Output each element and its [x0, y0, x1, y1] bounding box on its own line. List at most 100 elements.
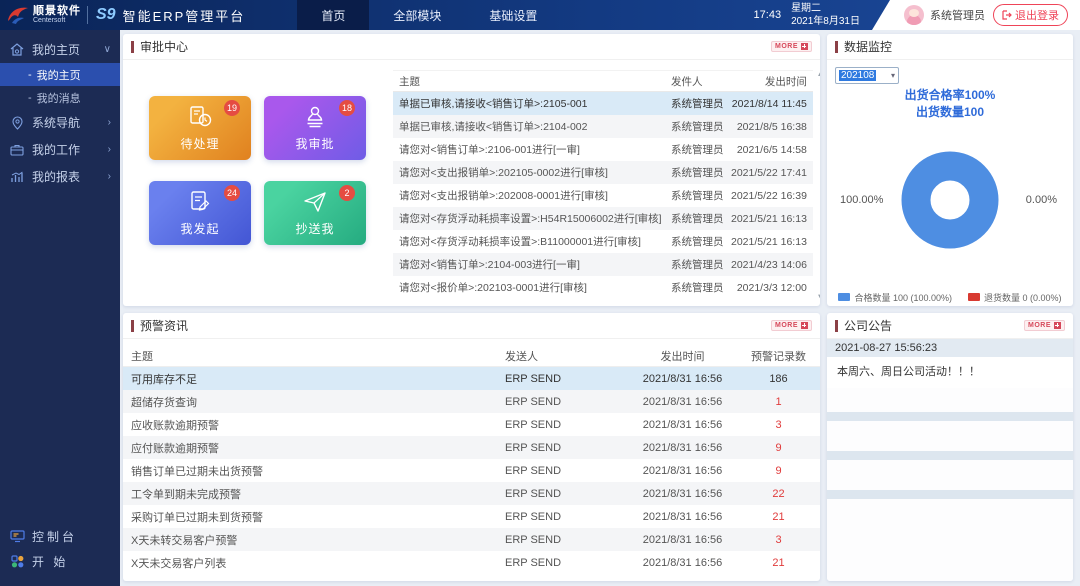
alert-sent-time: 2021/8/31 16:56	[642, 372, 723, 385]
alert-count: 22	[772, 487, 785, 500]
alert-count: 1	[775, 395, 782, 408]
tile-label: 待处理	[180, 137, 220, 151]
logout-label: 退出登录	[1015, 10, 1059, 22]
approval-sent-time: 2021/6/5 14:58	[736, 143, 807, 156]
legend-item-pass[interactable]: 合格数量 100 (100.00%)	[838, 291, 952, 304]
approval-sent-time: 2021/5/21 16:13	[731, 212, 807, 225]
sidebar-item-my-work[interactable]: 我的工作 ›	[0, 136, 120, 163]
bullet-dash: -	[28, 68, 32, 81]
table-scrollbar[interactable]: ▲ ▼	[815, 72, 820, 300]
sidebar-item-system-nav[interactable]: 系统导航 ›	[0, 109, 120, 136]
more-button[interactable]: MORE	[771, 41, 812, 52]
tile-cc-to-me[interactable]: 2 抄送我	[264, 181, 366, 245]
approval-content: 19 待处理 18 我审批 24 我发起 2 抄送我 主题 发件人 发出时间 单…	[123, 60, 820, 306]
logo-text: 顺景软件 Centersoft	[33, 5, 81, 25]
report-chart-icon	[9, 171, 25, 183]
alert-sender: ERP SEND	[505, 533, 562, 546]
chevron-down-icon: ∨	[103, 44, 111, 55]
scroll-up-icon[interactable]: ▲	[817, 72, 820, 78]
approval-table-row[interactable]: 请您对<报价单>:202103-0001进行[审核] 系统管理员 2021/3/3 …	[393, 276, 813, 299]
alert-sender: ERP SEND	[505, 556, 562, 569]
alert-table-row[interactable]: 采购订单已过期未到货预警 ERP SEND 2021/8/31 16:56 21	[123, 505, 820, 528]
s9-logo: S9	[96, 6, 116, 23]
panel-header: 预警资讯 MORE	[123, 313, 820, 339]
approval-table-row[interactable]: 请您对<支出报销单>:202008-0001进行[审核] 系统管理员 2021/5/…	[393, 184, 813, 207]
alert-table-row[interactable]: 应收账款逾期预警 ERP SEND 2021/8/31 16:56 3	[123, 413, 820, 436]
col-alert-count: 预警记录数	[751, 350, 806, 363]
sidebar-item-my-reports[interactable]: 我的报表 ›	[0, 163, 120, 190]
approval-table-row[interactable]: 请您对<销售订单>:2104-003进行[一审] 系统管理员 2021/4/23 1…	[393, 253, 813, 276]
tile-initiated-by-me[interactable]: 24 我发起	[149, 181, 251, 245]
alert-table-row[interactable]: 可用库存不足 ERP SEND 2021/8/31 16:56 186	[123, 367, 820, 390]
approval-tiles: 19 待处理 18 我审批 24 我发起 2 抄送我	[123, 60, 391, 306]
more-label: MORE	[775, 322, 798, 329]
approval-table-row[interactable]: 单据已审核,请接收<销售订单>:2105-001 系统管理员 2021/8/14 1…	[393, 92, 813, 115]
approval-table-row[interactable]: 请您对<销售订单>:2106-001进行[一审] 系统管理员 2021/6/5 14…	[393, 138, 813, 161]
alert-sent-time: 2021/8/31 16:56	[642, 418, 723, 431]
alert-count: 9	[775, 464, 782, 477]
main-nav: 首页 全部模块 基础设置	[297, 0, 561, 30]
alerts-table: 主题 发送人 发出时间 预警记录数 可用库存不足 ERP SEND 2021/8/3…	[123, 345, 820, 574]
count-badge: 19	[223, 100, 240, 116]
approval-table-row[interactable]: 请您对<存货浮动耗损率设置>:H54R15006002进行[审核] 系统管理员 20…	[393, 207, 813, 230]
approval-subject: 请您对<支出报销单>:202008-0001进行[审核]	[399, 190, 608, 202]
panel-accent	[131, 40, 134, 53]
nav-item-basic-settings[interactable]: 基础设置	[465, 0, 561, 30]
approval-sender: 系统管理员	[671, 144, 724, 156]
weekday: 星期二	[791, 2, 822, 14]
brand-bird-icon	[8, 7, 28, 24]
approval-sent-time: 2021/8/14 11:45	[731, 97, 807, 110]
document-edit-icon	[191, 191, 210, 211]
approval-table-row[interactable]: 请您对<存货浮动耗损率设置>:B11000001进行[审核] 系统管理员 2021/…	[393, 230, 813, 253]
sidebar-subitem-my-home[interactable]: - 我的主页	[0, 63, 120, 86]
tile-my-approvals[interactable]: 18 我审批	[264, 96, 366, 160]
panel-accent	[835, 40, 838, 53]
approval-table-row[interactable]: 单据已审核,请接收<销售订单>:2104-002 系统管理员 2021/8/5 16…	[393, 115, 813, 138]
sidebar-item-my-home[interactable]: 我的主页 ∨	[0, 36, 120, 63]
alert-table-row[interactable]: X天未转交易客户预警 ERP SEND 2021/8/31 16:56 3	[123, 528, 820, 551]
alert-table-row[interactable]: 工令单到期未完成预警 ERP SEND 2021/8/31 16:56 22	[123, 482, 820, 505]
count-badge: 18	[338, 100, 355, 116]
period-select[interactable]: 202108 ▾	[835, 67, 899, 84]
alert-sent-time: 2021/8/31 16:56	[642, 556, 723, 569]
tile-pending[interactable]: 19 待处理	[149, 96, 251, 160]
nav-item-all-modules[interactable]: 全部模块	[369, 0, 465, 30]
count-badge: 2	[339, 185, 355, 201]
approval-sent-time: 2021/5/22 17:41	[731, 166, 807, 179]
approval-table-header: 主题 发件人 发出时间	[393, 70, 813, 92]
approval-subject: 请您对<存货浮动耗损率设置>:B11000001进行[审核]	[399, 236, 641, 248]
console-button[interactable]: 控制台	[0, 524, 120, 549]
alert-sent-time: 2021/8/31 16:56	[642, 533, 723, 546]
more-button[interactable]: MORE	[771, 320, 812, 331]
sidebar: 我的主页 ∨ - 我的主页 - 我的消息 系统导航 › 我的工作 › 我的报表 …	[0, 30, 120, 586]
console-label: 控制台	[32, 530, 78, 544]
start-label: 开 始	[32, 555, 69, 569]
alert-subject: 销售订单已过期未出货预警	[131, 465, 263, 478]
alert-table-row[interactable]: 超储存货查询 ERP SEND 2021/8/31 16:56 1	[123, 390, 820, 413]
date: 2021年8月31日	[791, 16, 860, 27]
approval-sent-time: 2021/5/22 16:39	[731, 189, 807, 202]
logout-button[interactable]: 退出登录	[993, 4, 1068, 26]
sidebar-subitem-my-messages[interactable]: - 我的消息	[0, 86, 120, 109]
avatar[interactable]	[904, 5, 924, 25]
approval-table-row[interactable]: 请您对<支出报销单>:202105-0002进行[审核] 系统管理员 2021/5/…	[393, 161, 813, 184]
nav-item-home[interactable]: 首页	[297, 0, 370, 30]
approval-sender: 系统管理员	[671, 236, 724, 248]
sidebar-footer: 控制台 开 始	[0, 524, 120, 586]
select-caret-icon: ▾	[890, 71, 895, 80]
announcement-text[interactable]: 本周六、周日公司活动！！！	[827, 357, 1073, 388]
document-clock-icon	[190, 106, 212, 127]
alert-subject: 工令单到期未完成预警	[131, 488, 241, 501]
approval-sender: 系统管理员	[671, 259, 724, 271]
alert-table-row[interactable]: 销售订单已过期未出货预警 ERP SEND 2021/8/31 16:56 9	[123, 459, 820, 482]
start-button[interactable]: 开 始	[0, 549, 120, 574]
alert-table-row[interactable]: X天未交易客户列表 ERP SEND 2021/8/31 16:56 21	[123, 551, 820, 574]
more-button[interactable]: MORE	[1024, 320, 1065, 331]
legend-item-return[interactable]: 退货数量 0 (0.00%)	[968, 291, 1062, 304]
alert-table-row[interactable]: 应付账款逾期预警 ERP SEND 2021/8/31 16:56 9	[123, 436, 820, 459]
data-monitor-panel: 数据监控 202108 ▾ 出货合格率100% 出货数量100 100.00% …	[827, 34, 1073, 306]
approval-subject: 单据已审核,请接收<销售订单>:2104-002	[399, 121, 588, 133]
home-icon	[9, 43, 25, 56]
approval-sender: 系统管理员	[671, 282, 724, 294]
scroll-down-icon[interactable]: ▼	[817, 294, 820, 300]
